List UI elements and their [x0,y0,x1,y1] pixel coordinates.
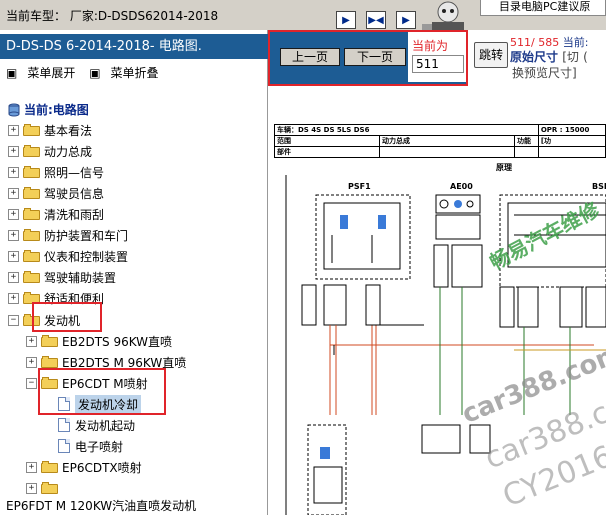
menu-expand-icon: ▣ [6,66,18,80]
tree-item-unnamed[interactable]: + [26,478,62,498]
expand-icon[interactable]: + [8,187,19,199]
wiring-diagram: PSF1 AE00 BSI [285,175,606,515]
psf1-label: PSF1 [348,182,371,191]
folder-icon [23,229,40,241]
folder-icon [23,208,40,220]
menu-collapse-link[interactable]: 菜单折叠 [111,66,159,80]
preview-size-link[interactable]: 换预览尺寸] [512,64,577,81]
folder-icon [41,356,58,368]
bsi-box [499,194,606,288]
menu-collapse-icon: ▣ [89,66,101,80]
expand-icon[interactable]: + [26,335,37,347]
highlight-engine [32,302,102,332]
database-icon [8,103,20,116]
expand-icon[interactable]: + [8,229,19,241]
tree-item-powertrain[interactable]: + 动力总成 [8,141,92,161]
tree-root[interactable]: 当前:电路图 [8,101,89,118]
document-title: D-DS-DS 6-2014-2018- 电路图. [0,34,268,59]
menu-row: ▣ 菜单展开 ▣ 菜单折叠 [6,64,169,81]
expand-icon[interactable]: + [26,356,37,368]
tree-item-basics[interactable]: + 基本看法 [8,120,92,140]
folder-icon [23,145,40,157]
tree-item-instruments[interactable]: + 仪表和控制装置 [8,246,128,266]
nav-arrow-button-2[interactable]: ▶◀ [366,11,386,29]
diagram-header-table: 车辆：DS 4S DS 5LS DS6 OPR : 15000 范围 动力总成 功能[… [274,124,606,158]
folder-icon [41,482,58,494]
expand-icon[interactable]: + [8,166,19,178]
expand-icon[interactable]: + [8,250,19,262]
highlight-page-toolbar [268,30,468,86]
psf1-box [315,194,411,280]
bsi-label: BSI [592,182,606,191]
folder-icon [23,271,40,283]
mascot-icon [422,1,464,34]
principle-label: 原理 [496,163,512,172]
expand-icon[interactable]: + [8,271,19,283]
tree-item-ep6fdt-m[interactable]: EP6FDT M 120KW汽油直喷发动机 [6,497,196,514]
expand-icon[interactable]: + [8,145,19,157]
document-icon [58,439,70,453]
document-icon [58,418,70,432]
folder-icon [41,335,58,347]
tree-item-electronic-injection[interactable]: 电子喷射 [58,436,123,456]
folder-icon [23,124,40,136]
highlight-ep6cdt-cooling [38,368,166,415]
nav-arrow-button-1[interactable]: ▶ [336,11,356,29]
tree-item-wash-wipe[interactable]: + 清洗和雨刮 [8,204,104,224]
menu-expand-link[interactable]: 菜单展开 [27,66,75,80]
tree-item-engine-start[interactable]: 发动机起动 [58,415,135,435]
expand-icon[interactable]: + [26,461,37,473]
collapse-icon[interactable]: − [8,314,19,326]
tree-item-ep6cdtx[interactable]: + EP6CDTX喷射 [26,457,142,477]
ae00-label: AE00 [450,182,473,191]
original-size-link[interactable]: 原始尺寸 [切 ( [510,48,588,65]
tree-item-eb2dts[interactable]: + EB2DTS 96KW直喷 [26,331,172,351]
tree-item-protection[interactable]: + 防护装置和车门 [8,225,128,245]
current-model-label: 当前车型： 厂家:D-DSDS62014-2018 [6,9,219,23]
expand-icon[interactable]: + [8,208,19,220]
tree-item-driver-info[interactable]: + 驾驶员信息 [8,183,104,203]
folder-icon [23,187,40,199]
folder-icon [23,250,40,262]
top-right-hint: 目录电脑PC建议原 [480,0,606,16]
folder-icon [23,166,40,178]
expand-icon[interactable]: + [8,124,19,136]
nav-arrow-button-3[interactable]: ▶ [396,11,416,29]
jump-button[interactable]: 跳转 [474,42,508,68]
tree-root-label: 当前:电路图 [24,103,89,117]
expand-icon[interactable]: + [26,482,37,494]
collapse-icon[interactable]: − [26,377,37,389]
expand-icon[interactable]: + [8,292,19,304]
folder-icon [41,461,58,473]
tree-item-driving-assist[interactable]: + 驾驶辅助装置 [8,267,116,287]
tree-item-lighting[interactable]: + 照明—信号 [8,162,104,182]
